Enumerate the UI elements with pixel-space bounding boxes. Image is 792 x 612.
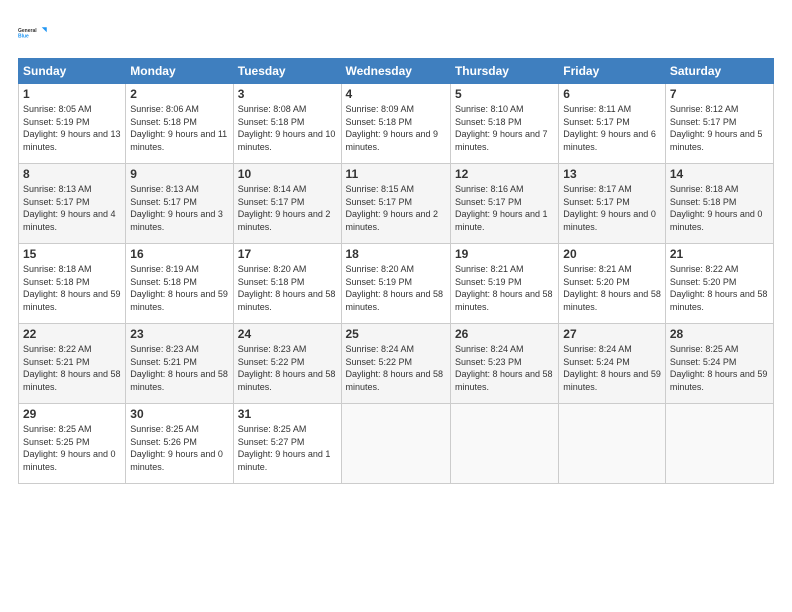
calendar-cell: 3Sunrise: 8:08 AMSunset: 5:18 PMDaylight… bbox=[233, 84, 341, 164]
calendar-cell: 12Sunrise: 8:16 AMSunset: 5:17 PMDayligh… bbox=[450, 164, 558, 244]
calendar-cell: 7Sunrise: 8:12 AMSunset: 5:17 PMDaylight… bbox=[665, 84, 773, 164]
week-row-2: 8Sunrise: 8:13 AMSunset: 5:17 PMDaylight… bbox=[19, 164, 774, 244]
svg-text:General: General bbox=[18, 28, 37, 34]
calendar-cell bbox=[559, 404, 666, 484]
calendar-cell: 29Sunrise: 8:25 AMSunset: 5:25 PMDayligh… bbox=[19, 404, 126, 484]
calendar-cell: 25Sunrise: 8:24 AMSunset: 5:22 PMDayligh… bbox=[341, 324, 450, 404]
week-row-3: 15Sunrise: 8:18 AMSunset: 5:18 PMDayligh… bbox=[19, 244, 774, 324]
calendar-cell: 23Sunrise: 8:23 AMSunset: 5:21 PMDayligh… bbox=[126, 324, 233, 404]
calendar-cell: 8Sunrise: 8:13 AMSunset: 5:17 PMDaylight… bbox=[19, 164, 126, 244]
col-saturday: Saturday bbox=[665, 59, 773, 84]
calendar-cell: 5Sunrise: 8:10 AMSunset: 5:18 PMDaylight… bbox=[450, 84, 558, 164]
calendar-cell: 26Sunrise: 8:24 AMSunset: 5:23 PMDayligh… bbox=[450, 324, 558, 404]
calendar-cell bbox=[665, 404, 773, 484]
calendar-cell: 27Sunrise: 8:24 AMSunset: 5:24 PMDayligh… bbox=[559, 324, 666, 404]
week-row-5: 29Sunrise: 8:25 AMSunset: 5:25 PMDayligh… bbox=[19, 404, 774, 484]
week-row-4: 22Sunrise: 8:22 AMSunset: 5:21 PMDayligh… bbox=[19, 324, 774, 404]
calendar-cell: 19Sunrise: 8:21 AMSunset: 5:19 PMDayligh… bbox=[450, 244, 558, 324]
week-row-1: 1Sunrise: 8:05 AMSunset: 5:19 PMDaylight… bbox=[19, 84, 774, 164]
calendar-cell bbox=[341, 404, 450, 484]
calendar-cell: 6Sunrise: 8:11 AMSunset: 5:17 PMDaylight… bbox=[559, 84, 666, 164]
calendar-cell: 30Sunrise: 8:25 AMSunset: 5:26 PMDayligh… bbox=[126, 404, 233, 484]
col-thursday: Thursday bbox=[450, 59, 558, 84]
calendar-cell: 22Sunrise: 8:22 AMSunset: 5:21 PMDayligh… bbox=[19, 324, 126, 404]
logo: GeneralBlue bbox=[18, 18, 48, 48]
calendar-cell: 4Sunrise: 8:09 AMSunset: 5:18 PMDaylight… bbox=[341, 84, 450, 164]
calendar-cell: 15Sunrise: 8:18 AMSunset: 5:18 PMDayligh… bbox=[19, 244, 126, 324]
calendar-cell: 17Sunrise: 8:20 AMSunset: 5:18 PMDayligh… bbox=[233, 244, 341, 324]
svg-text:Blue: Blue bbox=[18, 33, 29, 39]
calendar-cell: 16Sunrise: 8:19 AMSunset: 5:18 PMDayligh… bbox=[126, 244, 233, 324]
calendar-cell bbox=[450, 404, 558, 484]
calendar-cell: 11Sunrise: 8:15 AMSunset: 5:17 PMDayligh… bbox=[341, 164, 450, 244]
calendar-cell: 9Sunrise: 8:13 AMSunset: 5:17 PMDaylight… bbox=[126, 164, 233, 244]
calendar-cell: 31Sunrise: 8:25 AMSunset: 5:27 PMDayligh… bbox=[233, 404, 341, 484]
calendar-cell: 1Sunrise: 8:05 AMSunset: 5:19 PMDaylight… bbox=[19, 84, 126, 164]
calendar-cell: 21Sunrise: 8:22 AMSunset: 5:20 PMDayligh… bbox=[665, 244, 773, 324]
calendar-table: Sunday Monday Tuesday Wednesday Thursday… bbox=[18, 58, 774, 484]
page-header: GeneralBlue bbox=[18, 18, 774, 48]
calendar-cell: 13Sunrise: 8:17 AMSunset: 5:17 PMDayligh… bbox=[559, 164, 666, 244]
calendar-cell: 2Sunrise: 8:06 AMSunset: 5:18 PMDaylight… bbox=[126, 84, 233, 164]
col-monday: Monday bbox=[126, 59, 233, 84]
col-friday: Friday bbox=[559, 59, 666, 84]
calendar-cell: 14Sunrise: 8:18 AMSunset: 5:18 PMDayligh… bbox=[665, 164, 773, 244]
col-wednesday: Wednesday bbox=[341, 59, 450, 84]
calendar-cell: 28Sunrise: 8:25 AMSunset: 5:24 PMDayligh… bbox=[665, 324, 773, 404]
calendar-cell: 20Sunrise: 8:21 AMSunset: 5:20 PMDayligh… bbox=[559, 244, 666, 324]
calendar-header-row: Sunday Monday Tuesday Wednesday Thursday… bbox=[19, 59, 774, 84]
col-tuesday: Tuesday bbox=[233, 59, 341, 84]
calendar-cell: 10Sunrise: 8:14 AMSunset: 5:17 PMDayligh… bbox=[233, 164, 341, 244]
col-sunday: Sunday bbox=[19, 59, 126, 84]
logo-icon: GeneralBlue bbox=[18, 18, 48, 48]
calendar-cell: 18Sunrise: 8:20 AMSunset: 5:19 PMDayligh… bbox=[341, 244, 450, 324]
calendar-cell: 24Sunrise: 8:23 AMSunset: 5:22 PMDayligh… bbox=[233, 324, 341, 404]
